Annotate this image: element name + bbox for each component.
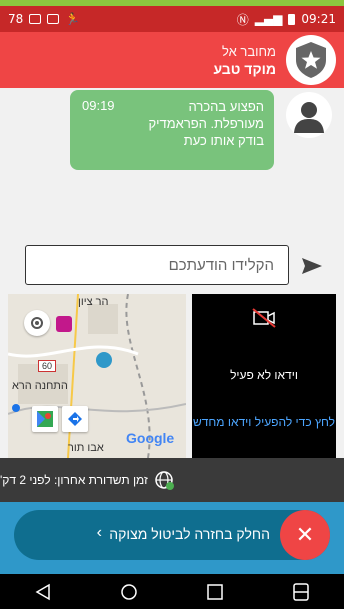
current-location-dot [12,404,20,412]
cancel-distress-slider[interactable]: ✕ החלק בחזרה לביטול מצוקה ‹ [14,510,330,560]
running-person-icon: 🏃 [65,12,81,26]
recents-square-icon [207,583,223,600]
video-off-icon [252,308,276,328]
directions-icon [68,412,82,426]
home-circle-icon [121,583,137,600]
chevron-left-icon: ‹ [96,524,102,541]
back-button[interactable] [27,578,59,606]
status-bar: 78 🏃 Ⓝ ▂▄▆ 09:21 [0,6,344,32]
cancel-area: ✕ החלק בחזרה לביטול מצוקה ‹ [0,502,344,574]
my-location-button[interactable] [24,310,50,336]
chat-area: הפצוע בהכרה מעורפלת. הפראמדיק בודק אותו … [0,88,344,238]
transit-marker-icon [56,316,72,332]
composer-row [0,238,344,294]
video-status: וידאו לא פעיל [230,368,298,382]
map-view[interactable]: הר ציון התחנה הרא אבו תור 60 Google [8,294,186,458]
signal-icon: ▂▄▆ [254,12,283,26]
status-number: 78 [8,12,24,26]
map-label-abu-tor: אבו תור [68,442,104,454]
bus-marker-icon [96,352,112,368]
user-silhouette-icon [294,102,324,133]
reactivate-video-link[interactable]: לחץ כדי להפעיל וידאו מחדש [192,414,336,430]
app-header: מחובר אל מוקד טבע [0,32,344,88]
media-panels: הר ציון התחנה הרא אבו תור 60 Google וידא… [8,294,336,458]
image-notification-icon [47,14,60,24]
header-title: מוקד טבע [213,60,276,77]
road-number-badge: 60 [38,360,57,372]
send-icon [302,258,322,274]
directions-button[interactable] [62,406,88,432]
split-screen-button[interactable] [285,578,317,606]
transmission-footer: זמן תשדורת אחרון: לפני 2 דק' [0,458,344,502]
android-nav-bar [0,574,344,609]
google-logo: Google [126,430,175,446]
header-subtitle: מחובר אל [222,43,276,59]
map-label-har-zion: הר ציון [78,296,109,308]
status-time: 09:21 [301,12,336,26]
battery-icon [288,13,296,25]
globe-icon [154,470,174,490]
google-maps-button[interactable] [32,406,58,432]
message-input[interactable] [25,245,289,285]
nfc-icon: Ⓝ [236,12,249,27]
back-triangle-icon [35,583,50,600]
last-transmission-text: זמן תשדורת אחרון: לפני 2 דק' [0,473,148,487]
map-label-train-station: התחנה הרא [12,380,68,392]
location-target-icon [31,317,43,329]
message-time: 09:19 [82,98,115,113]
google-maps-icon [37,411,53,427]
message-bubble: הפצוע בהכרה מעורפלת. הפראמדיק בודק אותו … [70,90,274,170]
avatar [286,92,332,138]
shield-badge-icon [286,35,336,85]
cancel-distress-label: החלק בחזרה לביטול מצוקה [109,526,270,542]
recents-button[interactable] [199,578,231,606]
close-icon[interactable]: ✕ [280,510,330,560]
split-screen-icon [293,582,309,601]
send-button[interactable] [296,252,328,280]
home-button[interactable] [113,578,145,606]
video-panel: וידאו לא פעיל לחץ כדי להפעיל וידאו מחדש [192,294,336,458]
notification-icon [29,14,42,24]
message-text: הפצוע בהכרה מעורפלת. הפראמדיק בודק אותו … [148,99,264,148]
